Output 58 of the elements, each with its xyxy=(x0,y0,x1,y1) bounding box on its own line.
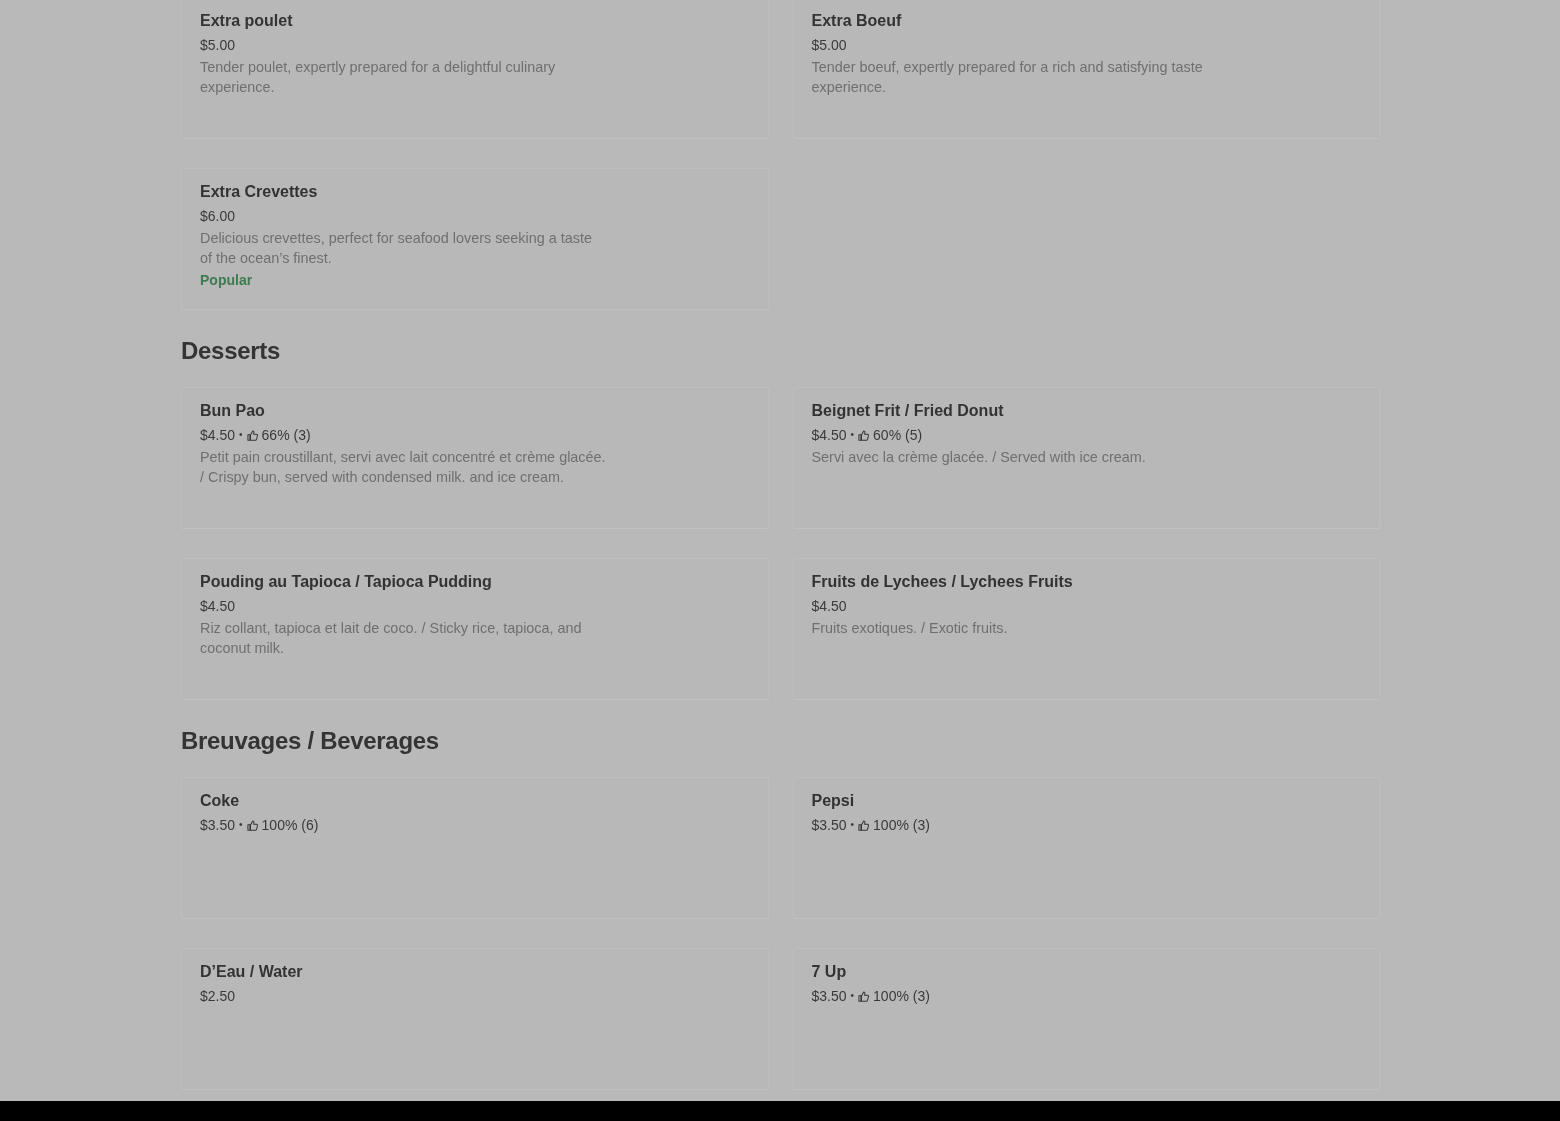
rating-text: 100% (3) xyxy=(873,987,930,1006)
rating-text: 100% (6) xyxy=(261,816,319,835)
item-price: $2.50 xyxy=(200,987,236,1006)
item-name: Pepsi xyxy=(811,791,856,811)
menu-item-card[interactable]: 7 Up $3.50 • 100% (3) xyxy=(792,948,1380,1090)
section-heading: Desserts xyxy=(181,336,281,366)
menu-item-card[interactable]: D’Eau / Water $2.50 xyxy=(181,948,769,1090)
item-price: $3.50 xyxy=(811,987,847,1006)
item-name: D’Eau / Water xyxy=(200,962,304,982)
item-name: Extra Boeuf xyxy=(811,11,903,31)
item-name: Bun Pao xyxy=(200,401,266,421)
menu-item-card[interactable]: Coke $3.50 • 100% (6) xyxy=(181,777,769,919)
menu-item-card[interactable]: Beignet Frit / Fried Donut $4.50 • 60% (5) Servi avec la crème glacée. / Served with ice cream. xyxy=(792,387,1380,529)
item-price: $6.00 xyxy=(200,207,236,226)
item-name: Beignet Frit / Fried Donut xyxy=(811,401,1005,421)
menu-item-card[interactable]: Extra Boeuf $5.00 Tender boeuf, expertly prepared for a rich and satisfying taste experience. xyxy=(792,0,1380,139)
rating-text: 100% (3) xyxy=(873,816,930,835)
item-description: Petit pain croustillant, servi avec lait concentré et crème glacée. / Crispy bun, served with condensed milk. and ice cream. xyxy=(200,448,607,487)
rating-separator: • xyxy=(850,989,855,1003)
item-price: $5.00 xyxy=(200,36,236,55)
item-name: Extra Crevettes xyxy=(200,182,319,202)
item-name: Extra poulet xyxy=(200,11,294,31)
item-price: $5.00 xyxy=(811,36,847,55)
item-name: 7 Up xyxy=(811,962,848,982)
item-description: Delicious crevettes, perfect for seafood lovers seeking a taste of the ocean’s finest. xyxy=(200,229,593,268)
item-description: Tender poulet, expertly prepared for a delightful culinary experience. xyxy=(200,58,557,97)
rating-separator: • xyxy=(239,818,243,832)
menu-item-card[interactable]: Extra Crevettes $6.00 Delicious crevettes, perfect for seafood lovers seeking a taste of the ocean’s finest. Popular xyxy=(181,168,769,310)
thumbs-up-icon xyxy=(858,819,870,831)
item-price: $4.50 xyxy=(811,597,847,616)
item-price: $4.50 xyxy=(200,426,236,445)
menu-item-card[interactable]: Extra poulet $5.00 Tender poulet, expertly prepared for a delightful culinary experience. xyxy=(181,0,769,139)
rating-separator: • xyxy=(850,428,855,442)
menu-item-card[interactable]: Pepsi $3.50 • 100% (3) xyxy=(792,777,1380,919)
thumbs-up-icon xyxy=(246,429,258,441)
rating-text: 66% (3) xyxy=(261,426,311,445)
rating-separator: • xyxy=(239,428,243,442)
item-name: Coke xyxy=(200,791,241,811)
menu-item-card[interactable]: Fruits de Lychees / Lychees Fruits $4.50 Fruits exotiques. / Exotic fruits. xyxy=(792,558,1380,700)
section-heading: Breuvages / Beverages xyxy=(181,726,440,756)
rating-text: 60% (5) xyxy=(873,426,923,445)
item-description: Riz collant, tapioca et lait de coco. / Sticky rice, tapioca, and coconut milk. xyxy=(200,619,583,658)
thumbs-up-icon xyxy=(246,819,258,831)
item-price: $3.50 xyxy=(200,816,236,835)
item-description: Servi avec la crème glacée. / Served with ice cream. xyxy=(811,448,1147,467)
menu-item-card[interactable]: Pouding au Tapioca / Tapioca Pudding $4.50 Riz collant, tapioca et lait de coco. / Sticky rice, tapioca, and coconut milk. xyxy=(181,558,769,700)
item-price: $4.50 xyxy=(811,426,847,445)
item-name: Pouding au Tapioca / Tapioca Pudding xyxy=(200,572,493,592)
thumbs-up-icon xyxy=(858,429,870,441)
item-price: $3.50 xyxy=(811,816,847,835)
item-description: Tender boeuf, expertly prepared for a rich and satisfying taste experience. xyxy=(811,58,1204,97)
item-description: Fruits exotiques. / Exotic fruits. xyxy=(811,619,1009,638)
item-name: Fruits de Lychees / Lychees Fruits xyxy=(811,572,1074,592)
menu-item-card[interactable]: Bun Pao $4.50 • 66% (3) Petit pain croustillant, servi avec lait concentré et crème glacée. / Crispy bun, served with condensed milk. and ice cream. xyxy=(181,387,769,529)
thumbs-up-icon xyxy=(858,990,870,1002)
popular-label: Popular xyxy=(200,271,254,289)
rating-separator: • xyxy=(850,818,855,832)
item-price: $4.50 xyxy=(200,597,236,616)
